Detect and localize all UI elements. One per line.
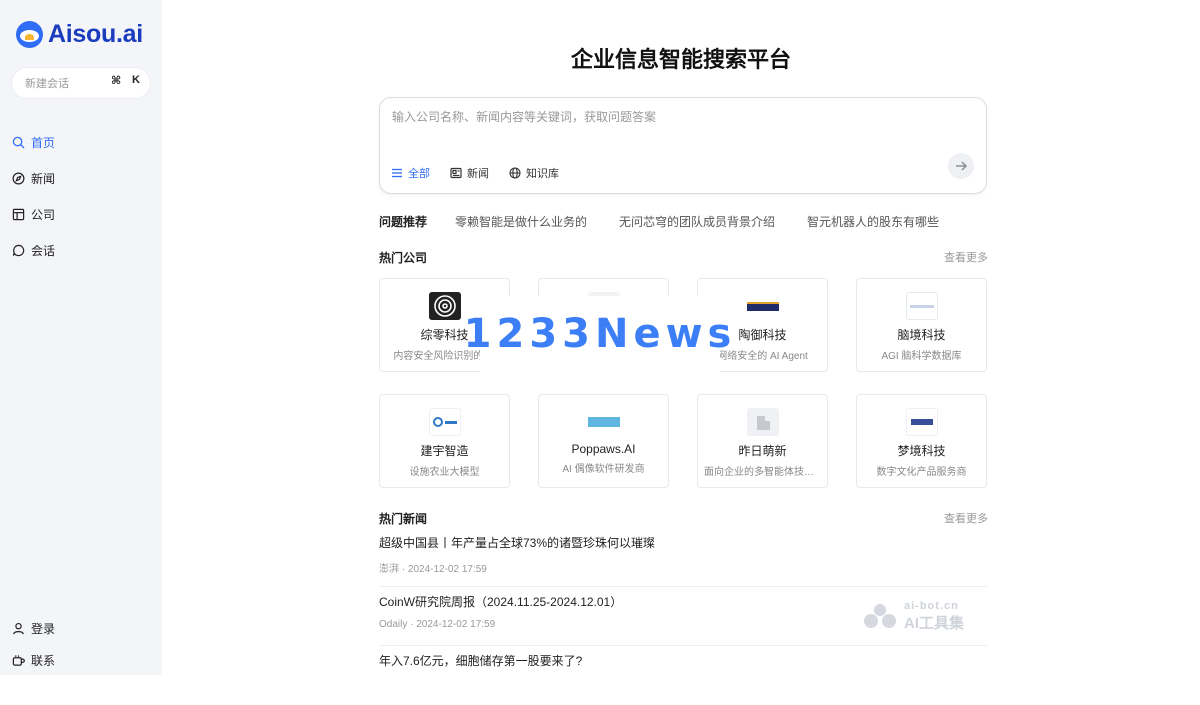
company-logo <box>428 292 461 320</box>
hot-companies-more-link[interactable]: 查看更多 <box>944 249 988 265</box>
company-desc: 设施农业大模型 <box>409 467 480 478</box>
sidebar-item-home[interactable]: 首页 <box>12 124 152 160</box>
sidebar: Aisou.ai 新建会话 ⌘ K 首页 新闻 公司 会话 登录 联系 <box>0 0 162 675</box>
search-input[interactable] <box>392 110 952 124</box>
company-card[interactable]: Poppaws.AI AI 偶像软件研发商 <box>538 394 669 488</box>
contact-label: 联系 <box>31 653 56 668</box>
watermark-corner: ai-bot.cn AI工具集 <box>862 600 986 632</box>
watermark-domain: ai-bot.cn <box>904 599 959 612</box>
watermark-text: ai-bot.cn AI工具集 <box>904 600 964 633</box>
list-icon <box>392 168 402 178</box>
company-card[interactable]: 梦境科技 数字文化产品服务商 <box>856 394 987 488</box>
news-item[interactable]: 超级中国县丨年产量占全球73%的诸暨珍珠何以璀璨 澎湃 · 2024-12-02… <box>379 528 987 587</box>
filter-label: 知识库 <box>526 168 559 180</box>
suggestion-item[interactable]: 无问芯穹的团队成员背景介绍 <box>619 213 775 230</box>
login-button[interactable]: 登录 <box>12 612 152 644</box>
brand-name: Aisou.ai <box>48 19 143 48</box>
command-key-icon: ⌘ <box>111 75 122 87</box>
company-logo <box>746 292 779 320</box>
filter-label: 全部 <box>408 168 430 180</box>
filter-news[interactable]: 新闻 <box>450 165 489 181</box>
company-name: Poppaws.AI <box>571 442 636 456</box>
company-logo <box>428 408 461 436</box>
hot-news-title: 热门新闻 <box>379 512 428 526</box>
chat-icon <box>12 244 25 256</box>
shortcut-key: K <box>132 74 140 86</box>
company-name: 昨日萌新 <box>738 444 787 458</box>
sidebar-bottom-nav: 登录 联系 <box>12 612 152 676</box>
company-name: 梦境科技 <box>897 444 946 458</box>
news-meta: 澎湃 · 2024-12-02 17:59 <box>379 564 487 575</box>
compass-icon <box>12 172 25 184</box>
question-suggestions: 问题推荐 零赖智能是做什么业务的 无问芯穹的团队成员背景介绍 智元机器人的股东有… <box>379 213 971 230</box>
company-card[interactable]: 昨日萌新 面向企业的多智能体技术平台 <box>697 394 828 488</box>
company-name: 建宇智造 <box>420 444 469 458</box>
sidebar-nav: 首页 新闻 公司 会话 <box>12 124 152 268</box>
login-label: 登录 <box>31 621 56 636</box>
sidebar-item-company[interactable]: 公司 <box>12 196 152 232</box>
search-box: 全部 新闻 知识库 <box>379 97 987 194</box>
logo-icon <box>16 20 43 48</box>
send-button[interactable] <box>948 153 974 179</box>
news-time: 2024-12-02 17:59 <box>416 619 496 630</box>
company-desc: AGI 脑科学数据库 <box>881 351 962 362</box>
news-source: Odaily <box>379 619 408 630</box>
hot-news-more-link[interactable]: 查看更多 <box>944 510 988 526</box>
sidebar-item-label: 首页 <box>31 135 56 150</box>
news-icon <box>450 167 462 179</box>
hot-companies-title: 热门公司 <box>379 251 428 265</box>
brand-logo[interactable]: Aisou.ai <box>16 20 143 48</box>
watermark-logo-icon <box>862 603 898 629</box>
filter-label: 新闻 <box>467 168 489 180</box>
filter-knowledge[interactable]: 知识库 <box>509 165 559 181</box>
sidebar-item-news[interactable]: 新闻 <box>12 160 152 196</box>
news-item[interactable]: 年入7.6亿元，细胞储存第一股要来了? <box>379 646 987 705</box>
company-logo <box>905 292 938 320</box>
company-name: 脑境科技 <box>897 328 946 342</box>
sidebar-item-label: 新闻 <box>31 171 56 186</box>
filter-all[interactable]: 全部 <box>391 165 430 181</box>
contact-button[interactable]: 联系 <box>12 644 152 676</box>
suggestions-label: 问题推荐 <box>379 215 428 229</box>
search-filters: 全部 新闻 知识库 <box>391 165 579 181</box>
news-title: 年入7.6亿元，细胞储存第一股要来了? <box>379 654 583 668</box>
company-card[interactable]: 建宇智造 设施农业大模型 <box>379 394 510 488</box>
new-chat-label: 新建会话 <box>25 78 69 90</box>
company-desc: 数字文化产品服务商 <box>876 467 967 478</box>
sidebar-item-label: 公司 <box>31 207 56 222</box>
company-logo <box>905 408 938 436</box>
sidebar-item-label: 会话 <box>31 243 56 258</box>
suggestion-item[interactable]: 零赖智能是做什么业务的 <box>455 213 587 230</box>
news-time: 2024-12-02 17:59 <box>407 564 487 575</box>
new-chat-button[interactable]: 新建会话 ⌘ K <box>12 68 150 98</box>
company-desc: AI 偶像软件研发商 <box>562 464 645 475</box>
layout-icon <box>12 208 25 220</box>
sidebar-item-chat[interactable]: 会话 <box>12 232 152 268</box>
arrow-right-icon <box>956 161 968 171</box>
search-icon <box>12 136 25 149</box>
user-icon <box>13 622 24 634</box>
cup-icon <box>12 654 25 666</box>
news-title: 超级中国县丨年产量占全球73%的诸暨珍珠何以璀璨 <box>379 536 656 550</box>
company-card[interactable]: 脑境科技 AGI 脑科学数据库 <box>856 278 987 372</box>
globe-icon <box>509 167 521 179</box>
company-logo <box>587 408 620 436</box>
building-icon <box>746 408 779 436</box>
page-title: 企业信息智能搜索平台 <box>570 47 791 72</box>
watermark-center: 1233News <box>464 296 731 372</box>
suggestion-item[interactable]: 智元机器人的股东有哪些 <box>807 213 939 230</box>
news-source: 澎湃 <box>379 564 399 575</box>
watermark-title: AI工具集 <box>904 614 965 632</box>
company-desc: 面向企业的多智能体技术平台 <box>704 467 827 478</box>
